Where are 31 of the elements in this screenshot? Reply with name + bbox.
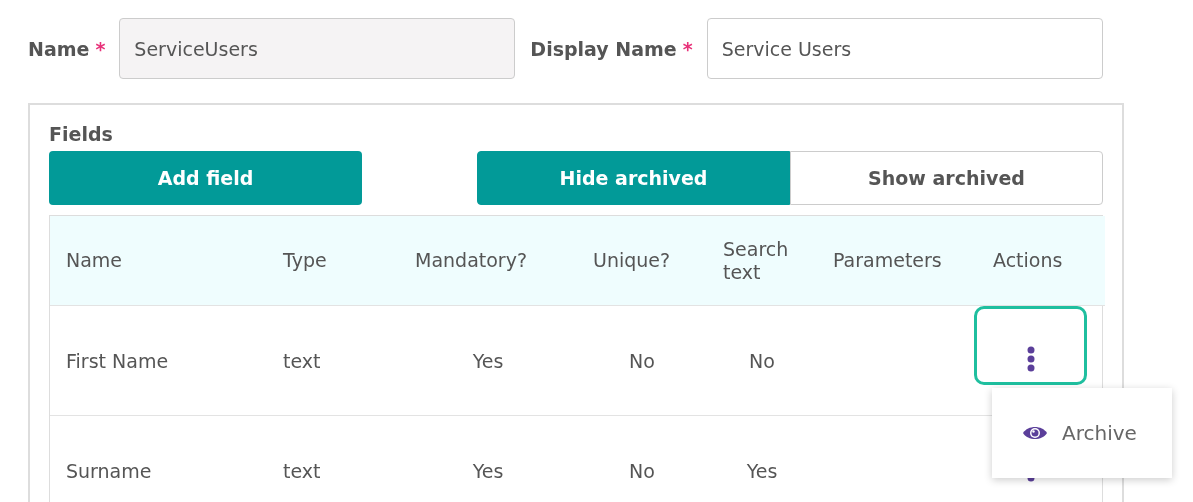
required-mark: *: [95, 37, 106, 60]
table-cell: No: [629, 459, 655, 482]
column-header: Mandatory?: [415, 249, 527, 272]
column-header: Unique?: [593, 249, 671, 272]
column-header: Actions: [993, 249, 1063, 272]
table-cell: Yes: [746, 459, 778, 482]
table-cell: Surname: [66, 459, 152, 482]
table-cell: Yes: [472, 459, 504, 482]
field-label: Name: [28, 37, 90, 60]
toggle-button[interactable]: Show archived: [790, 151, 1103, 205]
column-header: Type: [283, 249, 327, 272]
text-field[interactable]: ServiceUsers: [119, 18, 516, 79]
row-actions-button[interactable]: [974, 306, 1087, 385]
add-field-button[interactable]: Add field: [49, 151, 362, 205]
table-cell: Yes: [472, 349, 504, 372]
required-mark: *: [682, 37, 693, 60]
section-title: Fields: [49, 123, 113, 145]
table-cell: No: [629, 349, 655, 372]
field-label: Display Name: [530, 37, 677, 60]
column-header: Name: [66, 249, 123, 272]
column-header: Parameters: [833, 249, 942, 272]
menu-item[interactable]: Archive: [992, 420, 1143, 446]
table-cell: First Name: [66, 349, 169, 372]
toggle-button[interactable]: Hide archived: [477, 151, 790, 205]
table-cell: No: [749, 349, 775, 372]
column-header: Search text: [723, 237, 790, 284]
text-field[interactable]: Service Users: [706, 18, 1103, 79]
table-cell: text: [283, 349, 321, 372]
more-options-icon: [1026, 346, 1035, 372]
eye-icon: [1022, 425, 1048, 441]
table-cell: text: [283, 459, 321, 482]
